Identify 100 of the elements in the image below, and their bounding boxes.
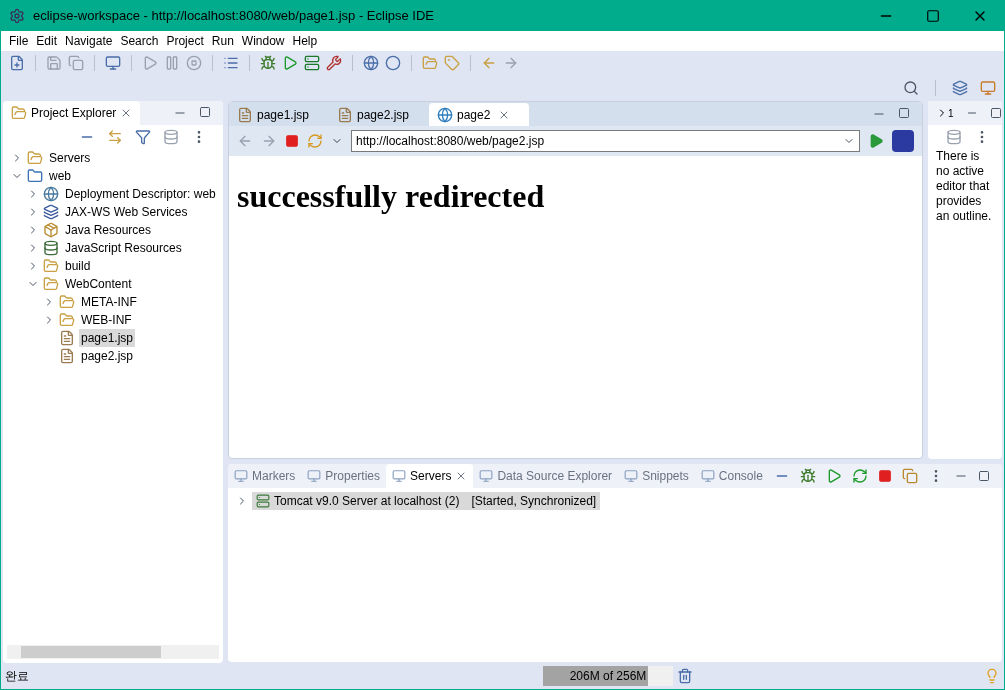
maximize-icon[interactable] bbox=[978, 470, 990, 482]
status-message: 완료 bbox=[5, 668, 30, 685]
start-icon[interactable] bbox=[826, 468, 842, 484]
server-icon[interactable] bbox=[304, 55, 320, 71]
circle-icon[interactable] bbox=[385, 55, 401, 71]
tree-item[interactable]: page2.jsp bbox=[79, 347, 136, 365]
view-tab[interactable]: Servers bbox=[386, 464, 474, 488]
tree-item[interactable]: JAX-WS Web Services bbox=[63, 203, 190, 221]
open-folder-icon[interactable] bbox=[422, 55, 438, 71]
filter-icon[interactable] bbox=[135, 129, 151, 145]
menu-item[interactable]: Edit bbox=[32, 32, 62, 50]
view-icon bbox=[307, 469, 322, 483]
memory-bar[interactable]: 206M of 256M bbox=[543, 666, 673, 686]
bug-icon[interactable] bbox=[800, 468, 816, 484]
folder-icon bbox=[59, 312, 75, 328]
stack-icon[interactable] bbox=[946, 129, 962, 145]
new-file-icon[interactable] bbox=[9, 55, 25, 71]
back-icon[interactable] bbox=[481, 55, 497, 71]
server-icon bbox=[256, 494, 270, 508]
lightbulb-icon[interactable] bbox=[984, 668, 1000, 684]
tree-item[interactable]: JavaScript Resources bbox=[63, 239, 184, 257]
tree-item[interactable]: Deployment Descriptor: web bbox=[63, 185, 218, 203]
tree-item[interactable]: Servers bbox=[47, 149, 93, 167]
file-icon bbox=[59, 348, 75, 364]
server-row[interactable]: Tomcat v9.0 Server at localhost (2) [Started, Synchronized] bbox=[252, 492, 601, 510]
overflow-count[interactable]: 1 bbox=[948, 105, 954, 121]
stop-icon[interactable] bbox=[878, 469, 892, 483]
monitor-icon[interactable] bbox=[105, 55, 121, 71]
server-name: Tomcat v9.0 Server at localhost (2) bbox=[274, 493, 460, 510]
list-icon[interactable] bbox=[223, 55, 239, 71]
restart-icon[interactable] bbox=[852, 468, 868, 484]
search-icon[interactable] bbox=[903, 80, 919, 96]
maximize-icon[interactable] bbox=[926, 9, 940, 23]
folder-icon[interactable] bbox=[11, 105, 27, 121]
tool-icon[interactable] bbox=[326, 55, 342, 71]
view-tab[interactable]: Data Source Explorer bbox=[473, 464, 619, 488]
resume-icon[interactable] bbox=[142, 55, 158, 71]
forward-icon[interactable] bbox=[261, 133, 277, 149]
tag-icon[interactable] bbox=[444, 55, 460, 71]
menu-item[interactable]: Search bbox=[116, 32, 163, 50]
tree-item[interactable]: META-INF bbox=[79, 293, 139, 311]
globe-icon bbox=[437, 106, 453, 123]
view-icon bbox=[624, 469, 639, 483]
project-folder-icon bbox=[27, 168, 43, 184]
stop-icon[interactable] bbox=[186, 55, 202, 71]
view-icon bbox=[234, 469, 248, 483]
server-status: [Started, Synchronized] bbox=[471, 493, 597, 510]
refresh-icon[interactable] bbox=[307, 133, 323, 149]
folder-icon bbox=[43, 276, 59, 292]
page-heading: successfully redirected bbox=[237, 177, 546, 216]
run-icon[interactable] bbox=[282, 55, 298, 71]
menu-item[interactable]: Project bbox=[162, 32, 208, 50]
tree-item[interactable]: WebContent bbox=[63, 275, 134, 293]
menu-item[interactable]: Run bbox=[207, 32, 238, 50]
go-icon[interactable] bbox=[868, 133, 884, 149]
file-icon bbox=[337, 106, 353, 123]
tree-item[interactable]: WEB-INF bbox=[79, 311, 134, 329]
view-tab[interactable]: Markers bbox=[228, 464, 302, 488]
trash-icon[interactable] bbox=[677, 668, 693, 684]
maximize-icon[interactable] bbox=[199, 106, 211, 118]
view-icon bbox=[479, 469, 494, 483]
tree-item[interactable]: Java Resources bbox=[63, 221, 154, 239]
tree-item[interactable]: web bbox=[47, 167, 73, 185]
view-tab[interactable]: Properties bbox=[301, 464, 387, 488]
view-title: Project Explorer bbox=[31, 105, 117, 122]
bug-icon[interactable] bbox=[260, 55, 276, 71]
link-icon[interactable] bbox=[107, 129, 123, 145]
view-tab[interactable]: Project Explorer bbox=[3, 101, 141, 125]
editor-tab[interactable]: page2.jsp bbox=[329, 103, 429, 126]
view-tab[interactable]: Snippets bbox=[618, 464, 695, 488]
url-field[interactable]: http://localhost:8080/web/page2.jsp bbox=[351, 130, 860, 152]
editor-tab[interactable]: page2 bbox=[429, 103, 529, 126]
stack-icon[interactable] bbox=[163, 129, 179, 145]
globe-icon[interactable] bbox=[363, 55, 379, 71]
folder-icon bbox=[43, 258, 59, 274]
window-title: eclipse-workspace - http://localhost:8080/web/page1.jsp - Eclipse IDE bbox=[33, 7, 435, 26]
folder-icon bbox=[27, 150, 43, 166]
folder-icon bbox=[59, 294, 75, 310]
tree-item[interactable]: page1.jsp bbox=[79, 329, 136, 347]
maximize-icon[interactable] bbox=[989, 107, 1002, 119]
menu-item[interactable]: Window bbox=[237, 32, 289, 50]
menu-item[interactable]: File bbox=[5, 32, 33, 50]
file-icon bbox=[237, 106, 253, 123]
file-icon bbox=[59, 330, 75, 346]
view-tab[interactable]: Console bbox=[694, 464, 769, 488]
forward-icon[interactable] bbox=[503, 55, 519, 71]
menu-item[interactable]: Navigate bbox=[61, 32, 117, 50]
stop-icon[interactable] bbox=[285, 134, 299, 148]
view-icon bbox=[700, 469, 715, 483]
tree-item[interactable]: build bbox=[63, 257, 93, 275]
horizontal-scrollbar[interactable] bbox=[7, 645, 219, 659]
editor-tab[interactable]: page1.jsp bbox=[229, 103, 329, 126]
menu-item[interactable]: Help bbox=[288, 32, 322, 50]
view-icon bbox=[392, 469, 407, 483]
outline-message: There is no active editor that provides an outline. bbox=[935, 149, 993, 224]
maximize-icon[interactable] bbox=[898, 107, 910, 119]
library-icon bbox=[43, 240, 59, 256]
back-icon[interactable] bbox=[237, 133, 253, 149]
save-icon[interactable] bbox=[46, 55, 62, 71]
pause-icon[interactable] bbox=[164, 55, 180, 71]
